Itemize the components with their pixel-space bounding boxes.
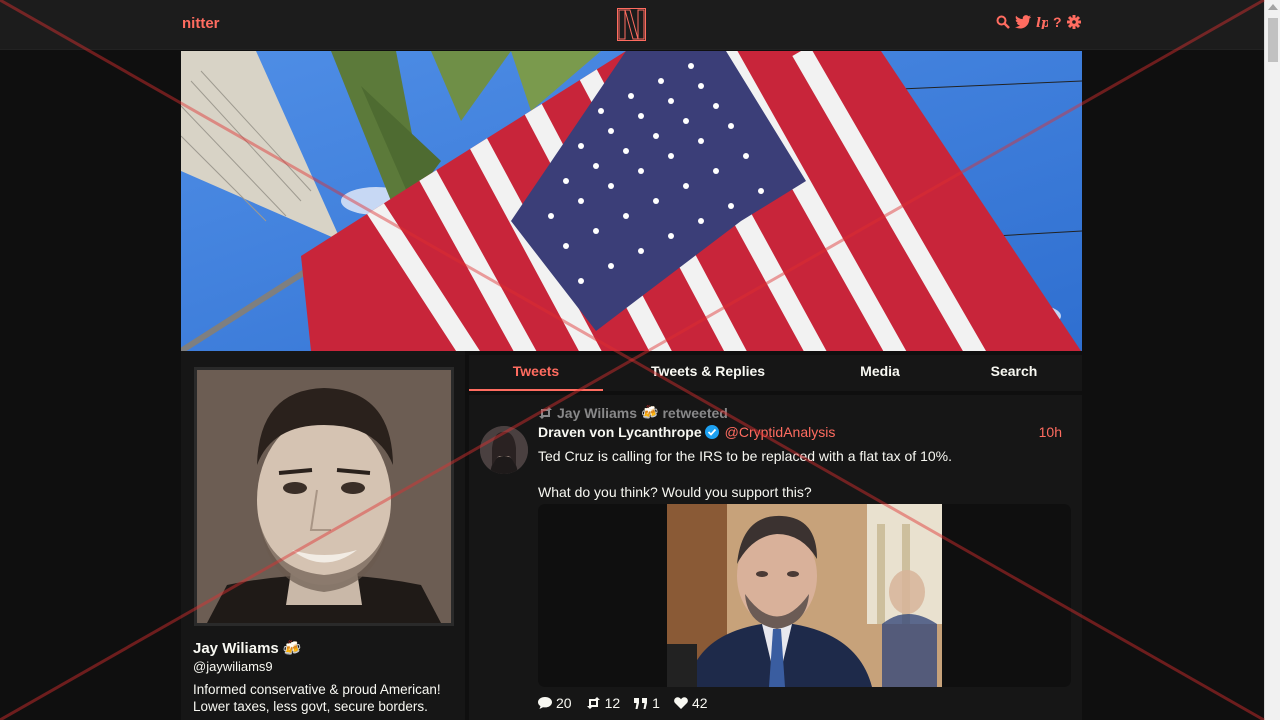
page-scrollbar[interactable] <box>1264 0 1280 720</box>
retweet-count: 12 <box>604 695 621 711</box>
tweet-media-image[interactable] <box>667 504 942 687</box>
svg-text:lp: lp <box>1036 16 1048 29</box>
reply-count: 20 <box>556 695 572 711</box>
help-icon[interactable]: ? <box>1053 15 1062 29</box>
search-icon[interactable] <box>996 15 1010 29</box>
retweet-stat[interactable]: 12 <box>586 695 621 711</box>
heart-icon <box>674 697 688 709</box>
scroll-up-arrow[interactable] <box>1268 4 1278 10</box>
timeline-item[interactable]: Jay Wiliams 🍻 retweeted Draven von Lycan… <box>469 395 1082 720</box>
like-count: 42 <box>691 695 708 711</box>
retweet-by-badge: 🍻 <box>641 404 659 420</box>
tweet-photo <box>667 504 942 687</box>
tweet-header: Draven von Lycanthrope @CryptidAnalysis 1… <box>538 424 1072 444</box>
navbar: nitter lp ? <box>0 0 1264 50</box>
comment-icon <box>538 697 552 709</box>
verified-icon <box>704 425 719 439</box>
retweet-stat-icon <box>586 697 600 709</box>
timeline-tabs: Tweets Tweets & Replies Media Search <box>469 355 1082 391</box>
retweet-by-name[interactable]: Jay Wiliams <box>557 405 637 421</box>
retweeted-label: retweeted <box>662 404 728 421</box>
like-stat[interactable]: 42 <box>674 695 708 711</box>
quote-stat[interactable]: 1 <box>634 695 660 711</box>
tweet-attachment[interactable] <box>538 504 1071 687</box>
profile-avatar[interactable] <box>194 367 454 626</box>
banner-image <box>181 51 1082 351</box>
nitter-logo[interactable] <box>617 8 646 41</box>
scroll-thumb[interactable] <box>1268 18 1278 62</box>
tweet-avatar[interactable] <box>480 426 528 474</box>
tweet-avatar-image <box>480 426 528 474</box>
quote-icon <box>634 697 648 709</box>
retweet-header: Jay Wiliams 🍻 retweeted <box>538 404 728 421</box>
tab-search[interactable]: Search <box>948 355 1080 391</box>
profile-card: Jay Wiliams 🍻 @jaywiliams9 Informed cons… <box>181 351 465 720</box>
bio-line-1: Informed conservative & proud American! <box>193 682 441 697</box>
twitter-icon[interactable] <box>1015 15 1031 29</box>
tweet-date[interactable]: 10h <box>1039 424 1062 440</box>
profile-bio: Informed conservative & proud American! … <box>193 681 459 715</box>
profile-username[interactable]: @jaywiliams9 <box>193 659 273 674</box>
nav-icons: lp ? <box>996 15 1081 29</box>
profile-name-text[interactable]: Jay Wiliams <box>193 640 279 657</box>
tweet-text-line-1: Ted Cruz is calling for the IRS to be re… <box>538 448 952 464</box>
tab-tweets-replies[interactable]: Tweets & Replies <box>631 355 785 391</box>
navbar-inner: nitter lp ? <box>181 0 1081 50</box>
profile-badge-emoji: 🍻 <box>282 640 302 657</box>
site-name-link[interactable]: nitter <box>182 15 220 32</box>
reply-stat[interactable]: 20 <box>538 695 572 711</box>
tweet-stats: 20 12 1 42 <box>538 695 708 711</box>
avatar-image <box>197 370 451 623</box>
profile-fullname[interactable]: Jay Wiliams 🍻 <box>193 639 302 657</box>
tab-media[interactable]: Media <box>814 355 946 391</box>
tweet-text-line-2: What do you think? Would you support thi… <box>538 484 812 500</box>
retweet-icon <box>539 406 552 419</box>
svg-text:?: ? <box>1053 15 1062 29</box>
tweet-fullname[interactable]: Draven von Lycanthrope <box>538 424 702 440</box>
profile-banner[interactable] <box>181 51 1082 351</box>
settings-icon[interactable] <box>1067 15 1081 29</box>
bio-line-2: Lower taxes, less govt, secure borders. <box>193 699 428 714</box>
tab-tweets[interactable]: Tweets <box>469 355 603 391</box>
quote-count: 1 <box>652 695 660 711</box>
liberapay-icon[interactable]: lp <box>1036 15 1048 29</box>
tweet-username[interactable]: @CryptidAnalysis <box>725 424 836 440</box>
timeline: Tweets Tweets & Replies Media Search Jay… <box>469 351 1082 720</box>
